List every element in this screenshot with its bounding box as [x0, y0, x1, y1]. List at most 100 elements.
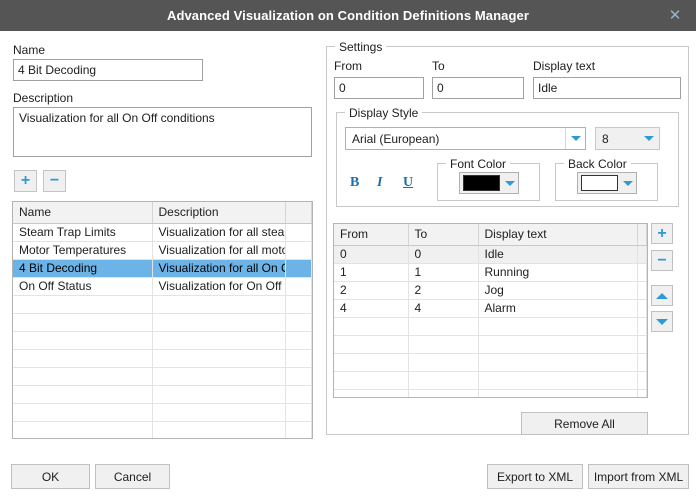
table-cell: [334, 317, 409, 336]
table-row[interactable]: Motor Temperatures Visualization for all …: [13, 241, 312, 260]
table-cell: [478, 317, 638, 336]
table-cell: 2: [334, 281, 409, 300]
table-row[interactable]: On Off StatusVisualization for On Off St…: [13, 277, 312, 296]
display-values-table[interactable]: From To Display text 0 0 Idle 1 1 Running 2 2 Jog 4…: [333, 223, 648, 398]
chevron-down-icon[interactable]: [565, 128, 585, 149]
table-cell: [13, 403, 153, 422]
table-cell: [637, 299, 647, 318]
italic-button[interactable]: I: [377, 175, 382, 191]
display-text-input[interactable]: [533, 77, 681, 99]
table-cell: [408, 317, 479, 336]
chevron-down-icon[interactable]: [639, 128, 659, 149]
description-textarea[interactable]: [13, 107, 312, 157]
chevron-down-icon[interactable]: [502, 173, 518, 193]
back-color-caption: Back Color: [564, 157, 631, 171]
chevron-down-icon[interactable]: [620, 173, 636, 193]
table-row-empty[interactable]: [334, 335, 647, 354]
font-color-picker[interactable]: [459, 172, 519, 194]
table-row-empty[interactable]: [13, 331, 312, 350]
from-input[interactable]: [334, 77, 424, 99]
table-row-empty[interactable]: [13, 367, 312, 386]
table-cell: [13, 313, 153, 332]
table-cell: On Off Status: [13, 277, 153, 296]
table-cell: [152, 385, 286, 404]
import-from-xml-button[interactable]: Import from XML: [588, 464, 689, 489]
move-down-button[interactable]: [651, 311, 673, 332]
dialog-window: Advanced Visualization on Condition Defi…: [0, 0, 696, 501]
table-cell: [637, 353, 647, 372]
table-cell: [285, 295, 312, 314]
table-cell: [13, 421, 153, 438]
move-up-button[interactable]: [651, 285, 673, 306]
back-color-picker[interactable]: [577, 172, 637, 194]
table-row-empty[interactable]: [13, 385, 312, 404]
cancel-button[interactable]: Cancel: [95, 464, 170, 489]
remove-value-button[interactable]: −: [651, 250, 673, 271]
table-cell: [285, 331, 312, 350]
table-cell: [334, 335, 409, 354]
table-cell: [152, 421, 286, 438]
table-cell: [152, 349, 286, 368]
table-row[interactable]: 4 Bit DecodingVisualization for all On O…: [13, 259, 312, 278]
table-row-empty[interactable]: [13, 421, 312, 438]
table-row-empty[interactable]: [334, 317, 647, 336]
table-cell: [478, 389, 638, 397]
column-header-display-text[interactable]: Display text: [478, 224, 638, 246]
remove-all-button[interactable]: Remove All: [521, 412, 648, 435]
move-down-arrow-icon: [656, 318, 668, 325]
table-row-empty[interactable]: [334, 353, 647, 372]
column-header-description[interactable]: Description: [152, 202, 286, 224]
table-cell: [334, 353, 409, 372]
minus-icon: −: [49, 172, 60, 189]
title-bar: Advanced Visualization on Condition Defi…: [0, 0, 696, 31]
table-row-empty[interactable]: [13, 295, 312, 314]
to-input[interactable]: [432, 77, 524, 99]
display-text-label: Display text: [533, 59, 596, 73]
table-cell: [285, 403, 312, 422]
table-cell: [408, 335, 479, 354]
table-row-empty[interactable]: [13, 349, 312, 368]
table-cell: [637, 389, 647, 397]
table-cell: 4: [408, 299, 479, 318]
column-header-name[interactable]: Name: [13, 202, 153, 224]
table-row[interactable]: 0 0 Idle: [334, 245, 647, 264]
add-value-button[interactable]: +: [651, 223, 673, 244]
table-cell: [285, 223, 312, 242]
add-definition-button[interactable]: +: [14, 170, 37, 192]
table-row-empty[interactable]: [334, 371, 647, 390]
table-cell: [285, 313, 312, 332]
table-cell: Visualization for On Off Stat: [152, 277, 286, 296]
close-icon[interactable]: ✕: [660, 0, 690, 31]
column-header-blank[interactable]: [285, 202, 312, 224]
ok-button[interactable]: OK: [11, 464, 90, 489]
table-cell: [13, 295, 153, 314]
table-cell: [637, 371, 647, 390]
table-row[interactable]: 1 1 Running: [334, 263, 647, 282]
remove-definition-button[interactable]: −: [43, 170, 66, 192]
table-cell: 2: [408, 281, 479, 300]
font-family-combo[interactable]: Arial (European): [345, 127, 586, 150]
table-cell: Visualization for all motor mo: [152, 241, 286, 260]
name-input[interactable]: [13, 59, 203, 81]
table-cell: [285, 367, 312, 386]
column-header-to[interactable]: To: [408, 224, 479, 246]
definitions-table[interactable]: Name Description Steam Trap Limits Visuali…: [12, 201, 313, 439]
table-row[interactable]: Steam Trap Limits Visualization for all s…: [13, 223, 312, 242]
column-header-blank[interactable]: [637, 224, 647, 246]
table-cell: [285, 241, 312, 260]
table-cell: [13, 331, 153, 350]
table-row[interactable]: 2 2 Jog: [334, 281, 647, 300]
bold-button[interactable]: B: [350, 175, 359, 191]
font-size-combo[interactable]: 8: [595, 127, 660, 150]
table-row[interactable]: 4 4 Alarm: [334, 299, 647, 318]
table-cell: Steam Trap Limits: [13, 223, 153, 242]
column-header-from[interactable]: From: [334, 224, 409, 246]
table-row-empty[interactable]: [334, 389, 647, 397]
table-cell: [637, 317, 647, 336]
table-header-row: From To Display text: [334, 224, 647, 246]
export-to-xml-button[interactable]: Export to XML: [487, 464, 583, 489]
underline-button[interactable]: U: [403, 175, 413, 191]
table-row-empty[interactable]: [13, 403, 312, 422]
table-row-empty[interactable]: [13, 313, 312, 332]
table-cell: [285, 349, 312, 368]
